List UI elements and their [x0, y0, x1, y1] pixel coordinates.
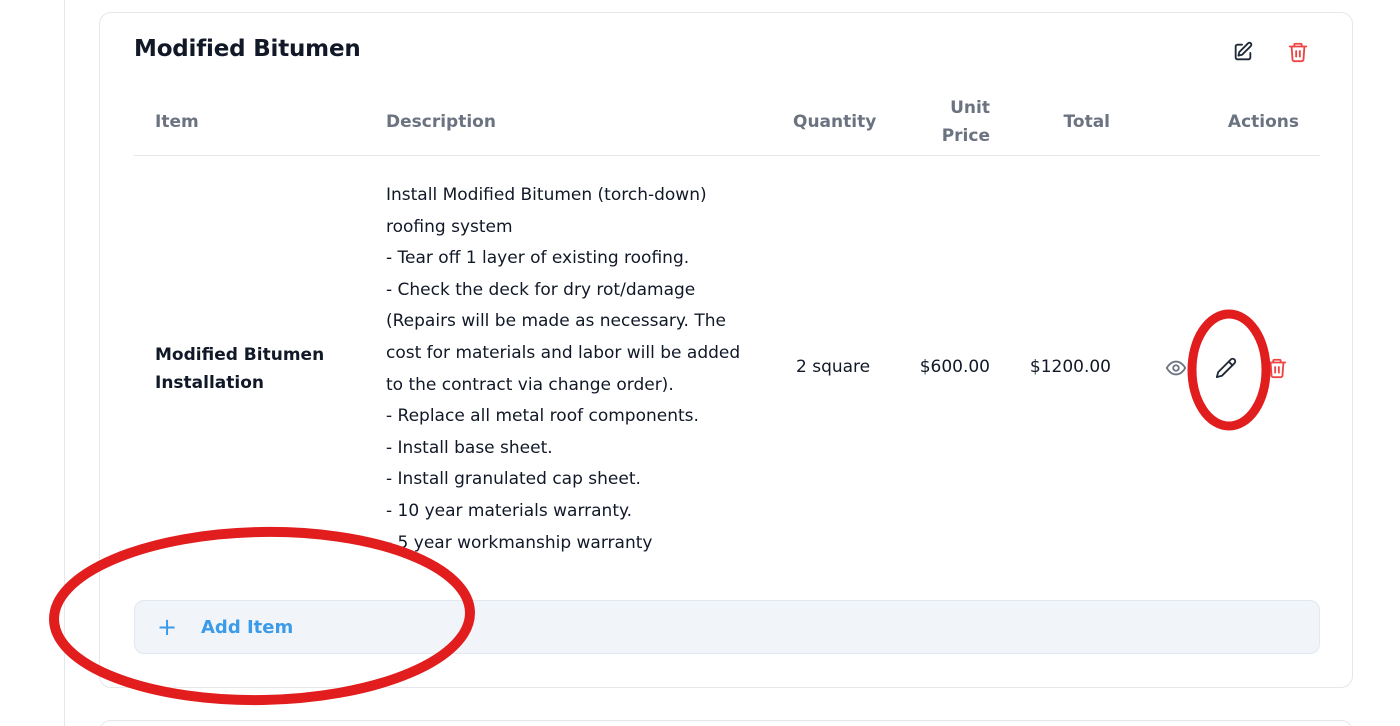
- view-item-button[interactable]: [1162, 354, 1190, 382]
- item-name-line2: Installation: [155, 373, 265, 393]
- add-item-button[interactable]: + Add Item: [134, 600, 1320, 654]
- section-delete-button[interactable]: [1284, 38, 1312, 66]
- item-name: Modified Bitumen Installation: [155, 341, 365, 397]
- edit-item-button[interactable]: [1212, 354, 1240, 382]
- description-line: - Check the deck for dry rot/damage: [386, 279, 696, 300]
- estimate-page: Modified Bitumen Item Description Quanti…: [0, 0, 1400, 726]
- trash-icon: [1267, 358, 1287, 379]
- column-header-item: Item: [155, 112, 199, 132]
- description-line: - Tear off 1 layer of existing roofing.: [386, 248, 690, 269]
- item-quantity: 2 square: [796, 357, 871, 377]
- delete-item-button[interactable]: [1263, 354, 1291, 382]
- unit-price-header-line2: Price: [941, 126, 990, 146]
- plus-icon: +: [157, 613, 178, 641]
- description-line: roofing system: [386, 216, 513, 237]
- column-header-actions: Actions: [1227, 112, 1299, 132]
- next-section-card: [99, 720, 1353, 726]
- section-title: Modified Bitumen: [134, 36, 361, 62]
- description-line: - Replace all metal roof components.: [386, 406, 699, 427]
- description-line: - Install base sheet.: [386, 437, 553, 458]
- add-item-label: Add Item: [201, 617, 294, 638]
- trash-icon: [1288, 42, 1308, 63]
- description-line: (Repairs will be made as necessary. The: [386, 311, 726, 332]
- description-line: - 5 year workmanship warranty: [386, 532, 653, 553]
- description-line: - 10 year materials warranty.: [386, 500, 633, 521]
- column-header-unit-price: Unit Price: [930, 94, 990, 150]
- column-header-description: Description: [386, 112, 496, 132]
- item-unit-price: $600.00: [919, 357, 990, 377]
- item-total: $1200.00: [1029, 357, 1111, 377]
- item-name-line1: Modified Bitumen: [155, 345, 325, 365]
- edit-square-icon: [1234, 41, 1253, 61]
- description-line: to the contract via change order).: [386, 374, 674, 395]
- eye-icon: [1165, 360, 1187, 376]
- unit-price-header-line1: Unit: [950, 98, 990, 118]
- description-line: Install Modified Bitumen (torch-down): [386, 185, 707, 205]
- table-header-divider: [134, 155, 1320, 156]
- description-line: cost for materials and labor will be add…: [386, 342, 741, 363]
- section-edit-button[interactable]: [1229, 38, 1257, 66]
- description-line: - Install granulated cap sheet.: [386, 469, 641, 490]
- column-header-quantity: Quantity: [793, 112, 877, 132]
- column-header-total: Total: [1063, 112, 1110, 132]
- item-description: Install Modified Bitumen (torch-down) ro…: [386, 180, 776, 559]
- pencil-icon: [1215, 357, 1237, 379]
